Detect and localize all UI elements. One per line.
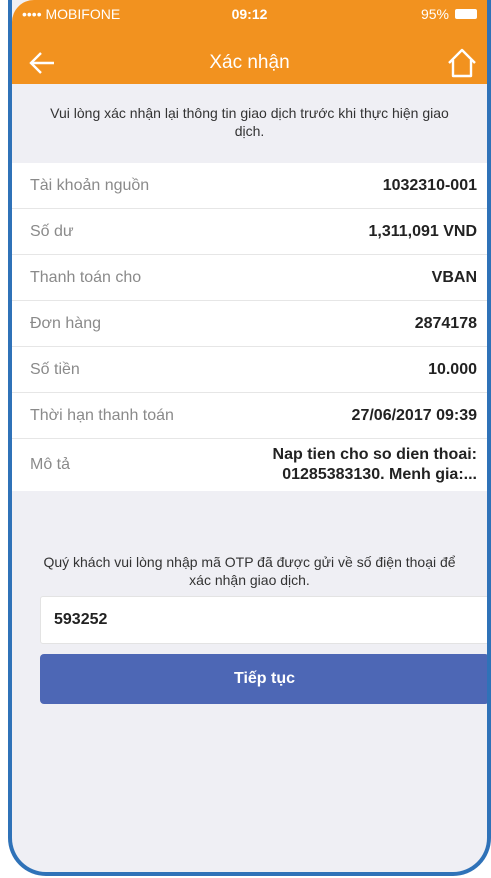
battery-icon — [455, 9, 477, 19]
detail-label: Thời hạn thanh toán — [30, 406, 174, 424]
detail-row-balance: Số dư 1,311,091 VND — [12, 209, 487, 255]
detail-row-description: Mô tả Nap tien cho so dien thoai: 012853… — [12, 439, 487, 491]
detail-label: Số dư — [30, 222, 74, 240]
detail-label: Đơn hàng — [30, 314, 101, 332]
detail-row-source-account: Tài khoản nguồn 1032310-001 — [12, 163, 487, 209]
detail-row-order: Đơn hàng 2874178 — [12, 301, 487, 347]
battery-percent: 95% — [420, 6, 449, 22]
otp-instruction: Quý khách vui lòng nhập mã OTP đã được g… — [43, 554, 456, 588]
app-header: •••• MOBIFONE 09:12 95% Xác nhận — [12, 0, 487, 84]
detail-label: Mô tả — [30, 456, 71, 473]
home-button[interactable] — [445, 46, 479, 80]
detail-label: Tài khoản nguồn — [30, 176, 150, 194]
detail-value: 1,311,091 VND — [368, 222, 477, 240]
detail-value: 10.000 — [428, 360, 477, 378]
transaction-details: Tài khoản nguồn 1032310-001 Số dư 1,311,… — [12, 163, 487, 491]
detail-value: Nap tien cho so dien thoai: 01285383130.… — [272, 446, 477, 483]
detail-value: 2874178 — [414, 314, 477, 332]
detail-value: 1032310-001 — [382, 176, 477, 194]
page-title: Xác nhận — [209, 52, 290, 73]
detail-value: VBAN — [431, 268, 477, 286]
nav-bar: Xác nhận — [12, 44, 487, 84]
status-right: 95% — [421, 6, 477, 22]
clock: 09:12 — [231, 6, 268, 22]
continue-button[interactable]: Tiếp tục — [40, 654, 487, 704]
detail-label: Số tiền — [30, 360, 80, 378]
phone-screen: •••• MOBIFONE 09:12 95% Xác nhận Vui lòn… — [8, 0, 491, 876]
detail-row-deadline: Thời hạn thanh toán 27/06/2017 09:39 — [12, 393, 487, 439]
otp-input[interactable] — [40, 596, 487, 644]
home-icon — [448, 48, 476, 78]
detail-label: Thanh toán cho — [30, 268, 142, 286]
status-bar: •••• MOBIFONE 09:12 95% — [12, 0, 487, 28]
detail-row-payee: Thanh toán cho VBAN — [12, 255, 487, 301]
confirm-instruction: Vui lòng xác nhận lại thông tin giao dịc… — [50, 105, 449, 139]
detail-value: 27/06/2017 09:39 — [351, 406, 477, 424]
detail-row-amount: Số tiền 10.000 — [12, 347, 487, 393]
